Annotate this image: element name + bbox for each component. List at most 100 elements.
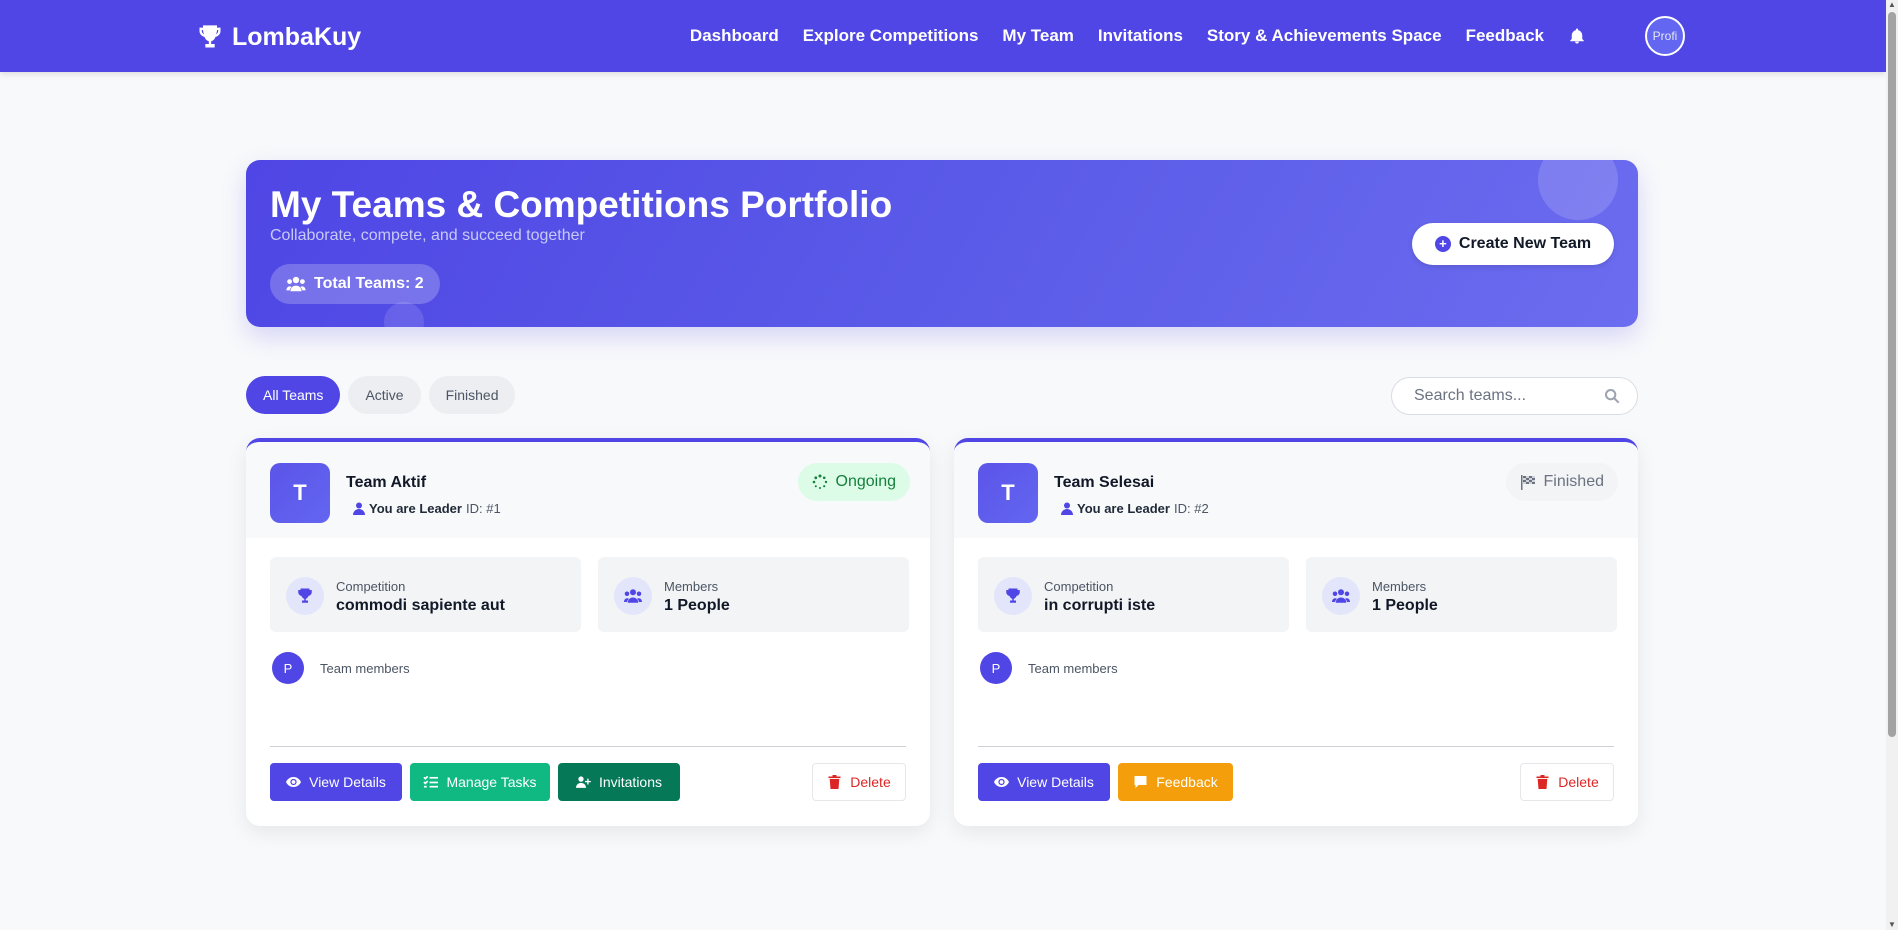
- team-card-header: T Team Aktif You are Leader ID: #1 Ongoi…: [246, 442, 930, 538]
- page-title: My Teams & Competitions Portfolio: [270, 184, 893, 225]
- leader-role-text: You are Leader: [1077, 501, 1170, 516]
- members-icon-wrap: [614, 577, 652, 615]
- trash-icon: [1536, 775, 1549, 789]
- view-details-label: View Details: [309, 774, 386, 790]
- users-icon: [286, 276, 306, 292]
- top-navbar: LombaKuy Dashboard Explore Competitions …: [0, 0, 1886, 72]
- team-avatar: T: [978, 463, 1038, 523]
- scroll-up-arrow-icon[interactable]: ▲: [1888, 1, 1896, 9]
- view-details-button[interactable]: View Details: [978, 763, 1110, 801]
- nav-feedback[interactable]: Feedback: [1466, 26, 1544, 46]
- total-teams-badge: Total Teams: 2: [270, 264, 440, 304]
- team-card: T Team Aktif You are Leader ID: #1 Ongoi…: [246, 438, 930, 826]
- leader-role: You are Leader: [1061, 501, 1170, 516]
- bell-icon[interactable]: [1568, 27, 1586, 45]
- delete-button[interactable]: Delete: [1520, 763, 1614, 801]
- decorative-circle: [1538, 160, 1618, 220]
- nav-invitations[interactable]: Invitations: [1098, 26, 1183, 46]
- page-scrollbar[interactable]: ▲ ▼: [1886, 0, 1898, 930]
- delete-label: Delete: [1558, 774, 1599, 790]
- team-name: Team Selesai: [1054, 474, 1155, 491]
- brand-name: LombaKuy: [232, 22, 362, 51]
- scroll-thumb[interactable]: [1888, 12, 1896, 737]
- trophy-icon: [298, 588, 312, 603]
- status-text: Ongoing: [835, 473, 897, 490]
- checkered-flag-icon: [1520, 475, 1535, 490]
- nav-dashboard[interactable]: Dashboard: [690, 26, 779, 46]
- hero-banner: My Teams & Competitions Portfolio Collab…: [246, 160, 1638, 327]
- competition-label: Competition: [336, 579, 406, 594]
- team-card-header: T Team Selesai You are Leader ID: #2 Fin…: [954, 442, 1638, 538]
- status-badge: Ongoing: [797, 463, 910, 501]
- team-name: Team Aktif: [346, 474, 427, 491]
- feedback-label: Feedback: [1156, 774, 1218, 790]
- filter-tabs: All Teams Active Finished: [246, 376, 516, 414]
- competition-info: Competition commodi sapiente aut: [270, 557, 581, 632]
- view-details-label: View Details: [1017, 774, 1094, 790]
- competition-name: in corrupti iste: [1044, 597, 1156, 614]
- invitations-button[interactable]: Invitations: [558, 763, 680, 801]
- nav-my-team[interactable]: My Team: [1002, 26, 1074, 46]
- team-members-caption: Team members: [1028, 661, 1118, 676]
- status-badge: Finished: [1505, 463, 1618, 501]
- total-teams-text: Total Teams: 2: [314, 275, 424, 292]
- team-card: T Team Selesai You are Leader ID: #2 Fin…: [954, 438, 1638, 826]
- competition-info: Competition in corrupti iste: [978, 557, 1289, 632]
- team-members-caption: Team members: [320, 661, 410, 676]
- team-avatar: T: [270, 463, 330, 523]
- team-id: ID: #2: [1174, 501, 1209, 516]
- nav-links: Dashboard Explore Competitions My Team I…: [690, 0, 1586, 72]
- members-label: Members: [1372, 579, 1427, 594]
- competition-icon-wrap: [286, 577, 324, 615]
- member-avatar[interactable]: P: [272, 652, 304, 684]
- members-info: Members 1 People: [598, 557, 909, 632]
- tab-active[interactable]: Active: [348, 376, 421, 414]
- comment-icon: [1134, 776, 1147, 788]
- scroll-down-arrow-icon[interactable]: ▼: [1888, 921, 1896, 929]
- members-label: Members: [664, 579, 719, 594]
- search-input[interactable]: [1414, 387, 1604, 405]
- trophy-icon: [1006, 588, 1020, 603]
- trash-icon: [828, 775, 841, 789]
- search-box: [1391, 377, 1638, 415]
- feedback-button[interactable]: Feedback: [1118, 763, 1233, 801]
- member-avatar[interactable]: P: [980, 652, 1012, 684]
- divider: [270, 746, 906, 747]
- members-info: Members 1 People: [1306, 557, 1617, 632]
- invitations-label: Invitations: [598, 774, 663, 790]
- avatar-alt-text: Profi: [1652, 29, 1678, 43]
- members-icon-wrap: [1322, 577, 1360, 615]
- members-count: 1 People: [1372, 597, 1438, 614]
- user-icon: [353, 502, 365, 515]
- list-check-icon: [423, 775, 439, 788]
- divider: [978, 746, 1614, 747]
- tab-all-teams[interactable]: All Teams: [246, 376, 341, 414]
- eye-icon: [286, 777, 302, 787]
- manage-tasks-button[interactable]: Manage Tasks: [410, 763, 550, 801]
- brand-logo[interactable]: LombaKuy: [196, 22, 361, 52]
- decorative-circle: [384, 302, 424, 327]
- members-count: 1 People: [664, 597, 730, 614]
- nav-explore-competitions[interactable]: Explore Competitions: [803, 26, 979, 46]
- profile-avatar[interactable]: Profi: [1645, 16, 1685, 56]
- trophy-icon: [199, 25, 221, 48]
- search-icon[interactable]: [1604, 388, 1620, 404]
- view-details-button[interactable]: View Details: [270, 763, 402, 801]
- manage-tasks-label: Manage Tasks: [446, 774, 537, 790]
- delete-label: Delete: [850, 774, 891, 790]
- status-text: Finished: [1543, 473, 1604, 490]
- eye-icon: [994, 777, 1010, 787]
- create-new-team-label: Create New Team: [1458, 235, 1592, 252]
- plus-circle-icon: +: [1434, 236, 1451, 252]
- competition-name: commodi sapiente aut: [336, 597, 505, 614]
- leader-role: You are Leader: [353, 501, 462, 516]
- delete-button[interactable]: Delete: [812, 763, 906, 801]
- tab-finished[interactable]: Finished: [428, 376, 516, 414]
- competition-label: Competition: [1044, 579, 1114, 594]
- user-icon: [1061, 502, 1073, 515]
- competition-icon-wrap: [994, 577, 1032, 615]
- users-icon: [624, 589, 642, 603]
- create-new-team-button[interactable]: + Create New Team: [1412, 223, 1614, 265]
- user-plus-icon: [575, 776, 591, 788]
- nav-story-achievements[interactable]: Story & Achievements Space: [1207, 26, 1442, 46]
